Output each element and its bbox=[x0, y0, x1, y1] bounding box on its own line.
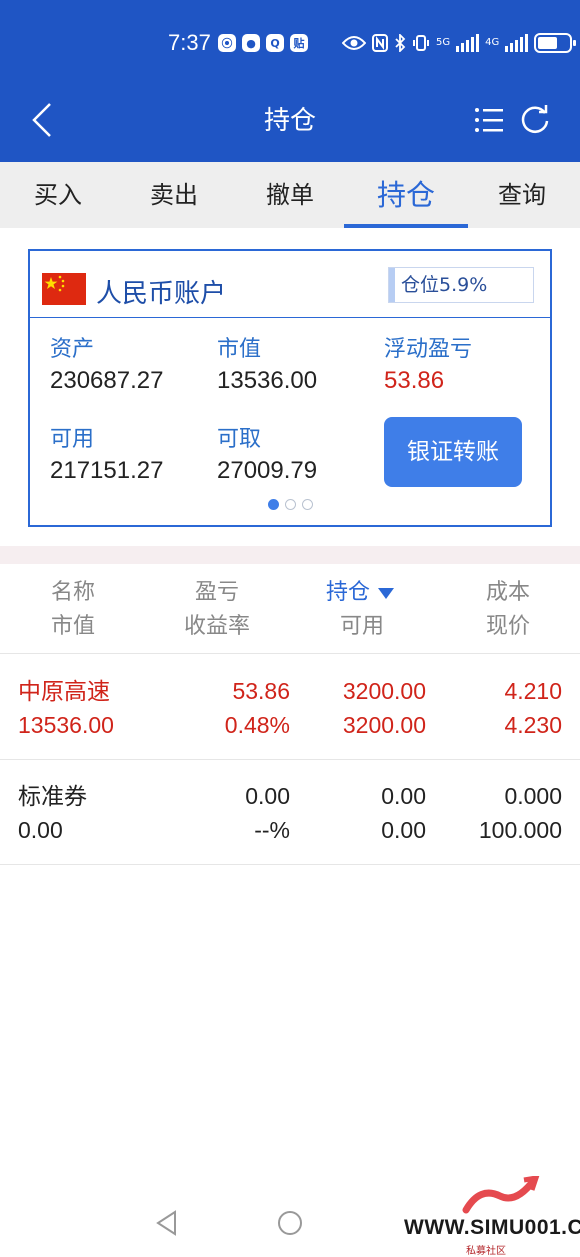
tieba-app-icon: 贴 bbox=[290, 34, 308, 52]
network-4g-label: 4G bbox=[485, 37, 500, 48]
asset-label: 资产 bbox=[50, 337, 95, 362]
top-app-bar: 7:37 ⦿ ● Q 贴 5G 4G 持仓 bbox=[0, 0, 580, 162]
stock-name: 标准券 bbox=[18, 783, 87, 809]
stock-pl: 53.86 bbox=[232, 678, 290, 704]
stock-market-value: 0.00 bbox=[18, 817, 63, 843]
message-app-icon: ● bbox=[242, 34, 260, 52]
stock-pl: 0.00 bbox=[245, 783, 290, 809]
list-menu-icon[interactable] bbox=[474, 106, 504, 134]
status-system-icons: 5G 4G bbox=[342, 33, 577, 53]
header-return-rate[interactable]: 收益率 bbox=[147, 610, 287, 644]
account-card: 人民币账户 仓位5.9% 资产 230687.27 市值 13536.00 浮动… bbox=[28, 249, 552, 527]
table-row[interactable]: 标准券 0.00 0.00 --% 0.00 0.00 0.000 100.00… bbox=[0, 761, 580, 865]
pager-dot[interactable] bbox=[285, 499, 296, 510]
watermark-subtext: 私募社区 bbox=[466, 1246, 506, 1257]
floating-pl-value: 53.86 bbox=[384, 367, 445, 394]
tab-query[interactable]: 查询 bbox=[464, 162, 580, 228]
nfc-icon bbox=[372, 34, 388, 52]
header-holding-sorted[interactable]: 持仓 bbox=[290, 576, 430, 610]
market-value-label: 市值 bbox=[217, 337, 262, 362]
header-pl[interactable]: 盈亏 bbox=[147, 576, 287, 610]
status-bar: 7:37 ⦿ ● Q 贴 5G 4G bbox=[0, 28, 580, 62]
bluetooth-icon bbox=[395, 34, 406, 52]
position-ratio-badge: 仓位5.9% bbox=[388, 267, 534, 303]
stock-price: 4.230 bbox=[504, 712, 562, 738]
bank-securities-transfer-button[interactable]: 银证转账 bbox=[384, 417, 522, 487]
header-available[interactable]: 可用 bbox=[292, 610, 432, 644]
trade-tabs: 买入 卖出 撤单 持仓 查询 bbox=[0, 162, 580, 228]
available-label: 可用 bbox=[50, 427, 95, 452]
system-back-icon[interactable] bbox=[155, 1210, 177, 1236]
asset-value: 230687.27 bbox=[50, 367, 164, 394]
sort-desc-icon bbox=[378, 587, 394, 599]
header-price[interactable]: 现价 bbox=[438, 610, 578, 644]
holdings-table-header: 名称 市值 盈亏 收益率 持仓 可用 成本 现价 bbox=[0, 566, 580, 654]
stock-return-rate: 0.48% bbox=[224, 712, 290, 738]
qq-app-icon: Q bbox=[266, 34, 284, 52]
stock-available: 0.00 bbox=[381, 817, 426, 843]
network-5g-label: 5G bbox=[436, 37, 451, 48]
header-cost[interactable]: 成本 bbox=[438, 576, 578, 610]
card-pager[interactable] bbox=[268, 499, 313, 510]
stock-return-rate: --% bbox=[254, 817, 290, 843]
stock-price: 100.000 bbox=[478, 817, 562, 843]
withdrawable-value: 27009.79 bbox=[217, 457, 318, 484]
watermark-text: WWW.SIMU001.CN bbox=[404, 1216, 580, 1239]
account-name: 人民币账户 bbox=[96, 279, 227, 309]
table-row[interactable]: 中原高速 13536.00 53.86 0.48% 3200.00 3200.0… bbox=[0, 656, 580, 760]
header-name[interactable]: 名称 bbox=[3, 576, 143, 610]
battery-level bbox=[538, 37, 558, 49]
pager-dot[interactable] bbox=[268, 499, 279, 510]
eye-icon bbox=[342, 36, 366, 50]
withdrawable-label: 可取 bbox=[217, 427, 262, 452]
status-time: 7:37 bbox=[168, 30, 211, 55]
available-value: 217151.27 bbox=[50, 457, 164, 484]
refresh-icon[interactable] bbox=[519, 104, 551, 136]
tab-buy[interactable]: 买入 bbox=[0, 162, 116, 228]
pager-dot[interactable] bbox=[302, 499, 313, 510]
stock-holding: 0.00 bbox=[381, 783, 426, 809]
notification-app-icon: ⦿ bbox=[218, 34, 236, 52]
watermark-swoosh-icon bbox=[462, 1176, 540, 1214]
floating-pl-label: 浮动盈亏 bbox=[384, 337, 473, 362]
tab-positions[interactable]: 持仓 bbox=[344, 162, 468, 228]
battery-icon bbox=[534, 33, 577, 53]
header-holding-label: 持仓 bbox=[325, 580, 370, 605]
market-value: 13536.00 bbox=[217, 367, 318, 394]
tab-sell[interactable]: 卖出 bbox=[116, 162, 232, 228]
status-app-icons: ⦿ ● Q 贴 bbox=[218, 34, 308, 52]
section-separator bbox=[0, 546, 580, 564]
stock-available: 3200.00 bbox=[342, 712, 426, 738]
stock-holding: 3200.00 bbox=[342, 678, 426, 704]
header-market-value[interactable]: 市值 bbox=[3, 610, 143, 644]
stock-name: 中原高速 bbox=[18, 678, 110, 704]
stock-market-value: 13536.00 bbox=[18, 712, 114, 738]
signal-5g-icon bbox=[456, 34, 480, 52]
card-divider bbox=[30, 317, 550, 318]
vibrate-icon bbox=[413, 35, 429, 51]
signal-4g-icon bbox=[505, 34, 529, 52]
watermark-logo: WWW.SIMU001.CN 私募社区 bbox=[404, 1176, 580, 1257]
china-flag-icon bbox=[42, 273, 86, 305]
tab-cancel-order[interactable]: 撤单 bbox=[232, 162, 348, 228]
stock-cost: 0.000 bbox=[504, 783, 562, 809]
stock-cost: 4.210 bbox=[504, 678, 562, 704]
system-home-icon[interactable] bbox=[278, 1211, 302, 1235]
